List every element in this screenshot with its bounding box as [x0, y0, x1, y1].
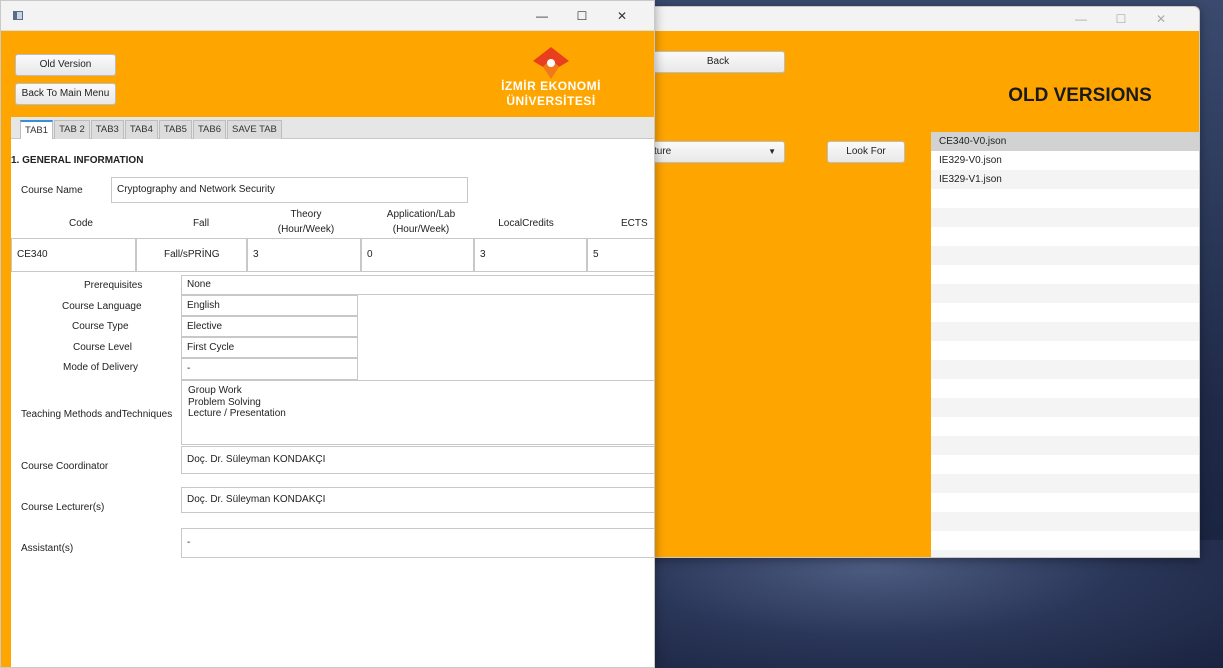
- chevron-down-icon: ▼: [768, 147, 776, 156]
- empty-row: [931, 303, 1199, 322]
- local-credits-header: LocalCredits: [498, 218, 554, 229]
- minimize-icon[interactable]: —: [1061, 7, 1101, 31]
- empty-row: [931, 284, 1199, 303]
- empty-row: [931, 379, 1199, 398]
- prerequisites-label: Prerequisites: [84, 280, 143, 291]
- course-form-window: — ☐ ✕ Old Version Back To Main Menu İZMİ…: [0, 0, 655, 668]
- application-header: Application/Lab (Hour/Week): [386, 209, 456, 235]
- code-header: Code: [69, 218, 93, 229]
- mode-of-delivery-label: Mode of Delivery: [63, 362, 139, 373]
- empty-row: [931, 227, 1199, 246]
- empty-row: [931, 417, 1199, 436]
- maximize-icon[interactable]: ☐: [562, 4, 602, 28]
- empty-row: [931, 398, 1199, 417]
- empty-row: [931, 455, 1199, 474]
- old-versions-window: — ☐ ✕ Back OLD VERSIONS cture ▼ Look For…: [640, 6, 1200, 558]
- file-list[interactable]: CE340-V0.json IE329-V0.json IE329-V1.jso…: [931, 132, 1199, 557]
- list-item[interactable]: IE329-V0.json: [931, 151, 1199, 170]
- ects-field[interactable]: 5: [587, 238, 654, 272]
- empty-row: [931, 265, 1199, 284]
- assistants-field[interactable]: -: [181, 528, 654, 558]
- assistants-label: Assistant(s): [21, 543, 74, 554]
- empty-row: [931, 436, 1199, 455]
- code-field[interactable]: CE340: [11, 238, 136, 272]
- theory-header: Theory (Hour/Week): [277, 209, 335, 235]
- course-name-label: Course Name: [21, 185, 83, 196]
- course-type-label: Course Type: [72, 321, 129, 332]
- tab-6[interactable]: TAB6: [192, 120, 227, 139]
- close-icon[interactable]: ✕: [1141, 7, 1181, 31]
- teaching-methods-label: Teaching Methods andTechniques: [21, 409, 173, 420]
- back-to-main-menu-button[interactable]: Back To Main Menu: [15, 83, 116, 105]
- app-icon: [13, 11, 23, 20]
- desktop-background: [640, 540, 1223, 668]
- old-version-button[interactable]: Old Version: [15, 54, 116, 76]
- course-level-label: Course Level: [73, 342, 132, 353]
- semester-header: Fall: [192, 218, 210, 229]
- empty-row: [931, 512, 1199, 531]
- course-coordinator-label: Course Coordinator: [21, 461, 109, 472]
- section-title: 1. GENERAL INFORMATION: [11, 155, 144, 166]
- tab-1[interactable]: TAB1: [20, 120, 54, 139]
- empty-row: [931, 360, 1199, 379]
- semester-field[interactable]: Fall/sPRİNG: [136, 238, 247, 272]
- title-bar: — ☐ ✕: [641, 7, 1199, 31]
- logo-line-1: İZMİR EKONOMİ: [501, 79, 601, 93]
- empty-row: [931, 550, 1199, 557]
- form-area: TAB1 TAB 2 TAB3 TAB4 TAB5 TAB6 SAVE TAB …: [11, 117, 654, 667]
- look-for-button[interactable]: Look For: [827, 141, 905, 163]
- university-logo-text: İZMİR EKONOMİ ÜNİVERSİTESİ: [475, 79, 627, 109]
- university-logo-icon: [533, 47, 569, 79]
- tab-2[interactable]: TAB 2: [54, 120, 90, 139]
- tab-bar: TAB1 TAB 2 TAB3 TAB4 TAB5 TAB6 SAVE TAB: [11, 117, 654, 139]
- course-coordinator-field[interactable]: Doç. Dr. Süleyman KONDAKÇI: [181, 446, 654, 474]
- empty-row: [931, 493, 1199, 512]
- course-lecturer-field[interactable]: Doç. Dr. Süleyman KONDAKÇI: [181, 487, 654, 513]
- back-button[interactable]: Back: [651, 51, 785, 73]
- empty-row: [931, 322, 1199, 341]
- course-language-field[interactable]: English: [181, 295, 358, 316]
- prerequisites-field[interactable]: None: [181, 275, 654, 295]
- empty-row: [931, 208, 1199, 227]
- application-field[interactable]: 0: [361, 238, 474, 272]
- empty-row: [931, 189, 1199, 208]
- mode-of-delivery-field[interactable]: -: [181, 358, 358, 380]
- minimize-icon[interactable]: —: [522, 4, 562, 28]
- empty-row: [931, 341, 1199, 360]
- course-type-field[interactable]: Elective: [181, 316, 358, 337]
- maximize-icon[interactable]: ☐: [1101, 7, 1141, 31]
- teaching-methods-textarea[interactable]: Group Work Problem Solving Lecture / Pre…: [181, 380, 654, 445]
- course-select[interactable]: cture ▼: [641, 141, 785, 163]
- course-level-field[interactable]: First Cycle: [181, 337, 358, 358]
- course-language-label: Course Language: [62, 301, 142, 312]
- theory-field[interactable]: 3: [247, 238, 361, 272]
- tab-3[interactable]: TAB3: [90, 120, 124, 139]
- empty-row: [931, 246, 1199, 265]
- ects-header: ECTS: [621, 218, 648, 229]
- course-name-field[interactable]: Cryptography and Network Security: [111, 177, 468, 203]
- tab-save[interactable]: SAVE TAB: [227, 120, 282, 139]
- tab-5[interactable]: TAB5: [158, 120, 192, 139]
- empty-row: [931, 531, 1199, 550]
- course-lecturer-label: Course Lecturer(s): [21, 502, 105, 513]
- list-item[interactable]: CE340-V0.json: [931, 132, 1199, 151]
- list-item[interactable]: IE329-V1.json: [931, 170, 1199, 189]
- close-icon[interactable]: ✕: [602, 4, 642, 28]
- local-credits-field[interactable]: 3: [474, 238, 587, 272]
- page-title: OLD VERSIONS: [1008, 85, 1152, 106]
- title-bar: — ☐ ✕: [1, 1, 654, 31]
- tab-4[interactable]: TAB4: [124, 120, 158, 139]
- empty-row: [931, 474, 1199, 493]
- logo-line-2: ÜNİVERSİTESİ: [506, 94, 596, 108]
